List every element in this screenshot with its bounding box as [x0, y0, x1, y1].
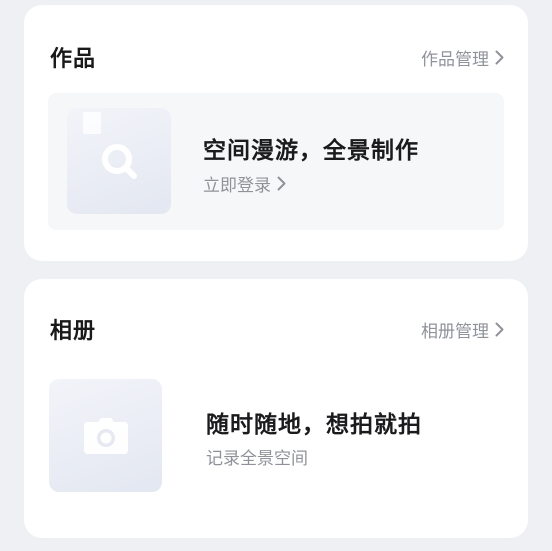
album-card: 相册 相册管理 随时随地，想拍就拍 记录全景空间: [24, 279, 528, 538]
camera-icon: [83, 417, 128, 454]
album-promo-title: 随时随地，想拍就拍: [206, 412, 422, 438]
works-promo-panel[interactable]: 空间漫游，全景制作 立即登录: [48, 93, 504, 230]
album-manage-link[interactable]: 相册管理: [421, 317, 504, 342]
works-card: 作品 作品管理 空间漫游，全景制作 立即登录: [24, 5, 528, 261]
works-manage-label: 作品管理: [421, 50, 489, 70]
file-search-icon: [102, 144, 137, 179]
login-link[interactable]: 立即登录: [203, 171, 286, 196]
login-label: 立即登录: [203, 176, 271, 196]
album-thumbnail[interactable]: [49, 379, 162, 492]
chevron-right-icon: [495, 50, 504, 65]
album-promo-subtitle: 记录全景空间: [206, 449, 308, 469]
chevron-right-icon: [495, 322, 504, 337]
chevron-right-icon: [277, 176, 286, 191]
works-title: 作品: [50, 47, 97, 72]
page-corner-icon: [83, 112, 101, 134]
works-manage-link[interactable]: 作品管理: [421, 45, 504, 70]
works-thumbnail: [67, 108, 171, 214]
album-title: 相册: [50, 319, 97, 344]
album-manage-label: 相册管理: [421, 322, 489, 342]
works-promo-title: 空间漫游，全景制作: [203, 138, 419, 164]
